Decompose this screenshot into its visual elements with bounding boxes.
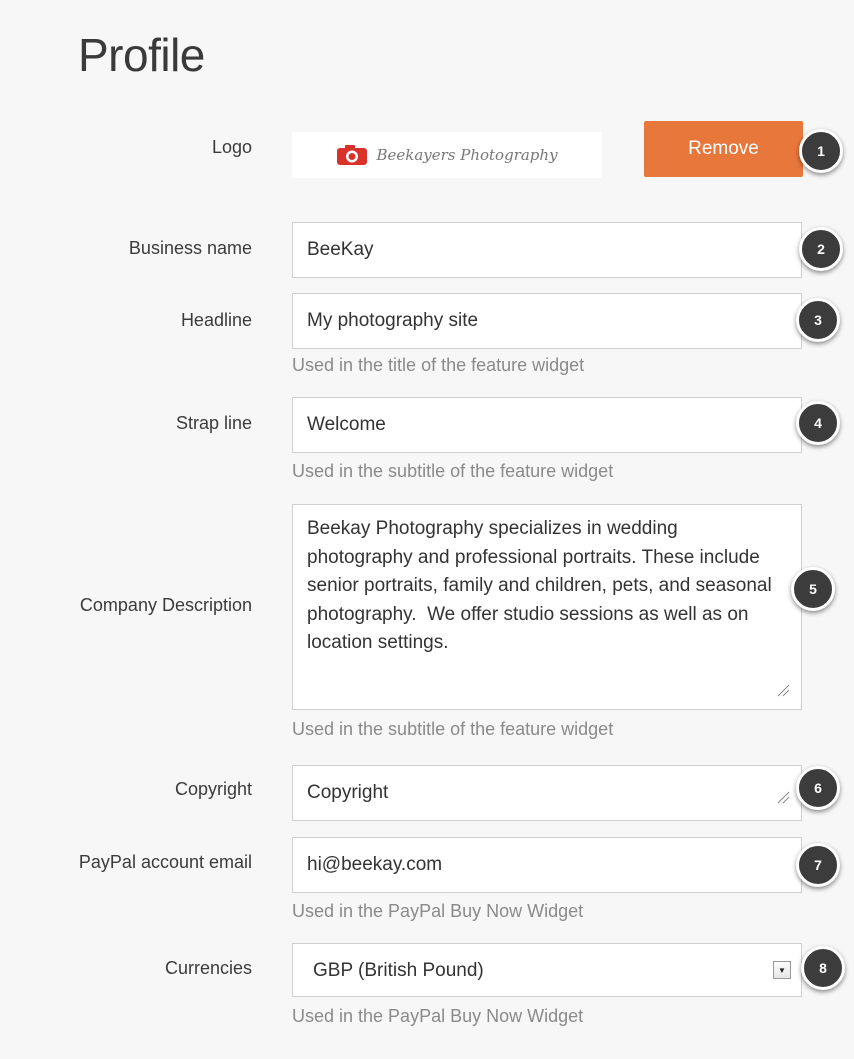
copyright-input[interactable] [292, 765, 802, 821]
logo-preview: Beekayers Photography [292, 132, 602, 178]
headline-label: Headline [180, 310, 252, 330]
callout-badge: 4 [796, 401, 840, 445]
callout-badge: 6 [796, 766, 840, 810]
currencies-help-text: Used in the PayPal Buy Now Widget [292, 1006, 584, 1026]
callout-badge: 7 [796, 843, 840, 887]
currencies-selected-value: GBP (British Pound) [313, 960, 484, 981]
copyright-label: Copyright [174, 779, 252, 799]
callout-badge: 2 [799, 227, 843, 271]
company-description-label: Company Description [79, 595, 252, 615]
dropdown-arrow-icon[interactable]: ▼ [773, 961, 791, 979]
strap-line-help-text: Used in the subtitle of the feature widg… [292, 461, 614, 481]
paypal-email-input[interactable] [292, 837, 802, 893]
currencies-label: Currencies [164, 958, 252, 978]
company-description-help-text: Used in the subtitle of the feature widg… [292, 719, 614, 739]
callout-badge: 3 [796, 298, 840, 342]
currencies-select[interactable]: GBP (British Pound) ▼ [292, 943, 802, 997]
strap-line-label: Strap line [175, 413, 252, 433]
resize-grip-icon[interactable] [776, 683, 790, 697]
logo-image-text: Beekayers Photography [376, 146, 558, 164]
paypal-email-help-text: Used in the PayPal Buy Now Widget [292, 901, 584, 921]
resize-grip-icon[interactable] [776, 790, 790, 804]
strap-line-input[interactable] [292, 397, 802, 453]
remove-logo-button[interactable]: Remove [644, 121, 803, 177]
logo-label: Logo [211, 137, 252, 157]
camera-icon [337, 145, 368, 165]
company-description-textarea[interactable]: Beekay Photography specializes in weddin… [292, 504, 802, 710]
business-name-input[interactable] [292, 222, 802, 278]
headline-help-text: Used in the title of the feature widget [292, 355, 585, 375]
headline-input[interactable] [292, 293, 802, 349]
business-name-label: Business name [128, 238, 252, 258]
callout-badge: 8 [801, 946, 845, 990]
paypal-email-label: PayPal account email [78, 852, 252, 872]
callout-badge: 1 [799, 129, 843, 173]
page-title: Profile [78, 29, 205, 81]
callout-badge: 5 [791, 567, 835, 611]
